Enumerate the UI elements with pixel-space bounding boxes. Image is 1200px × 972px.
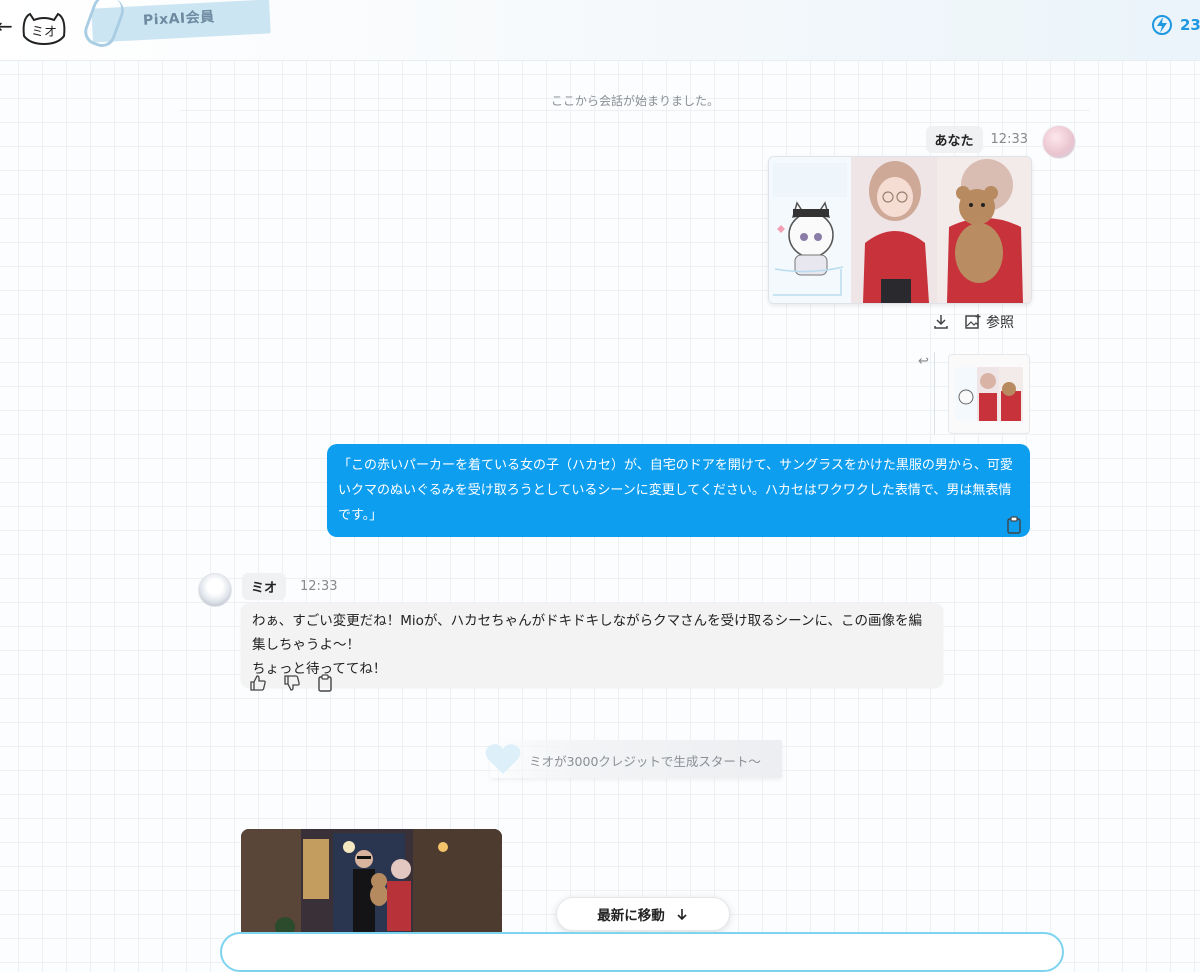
user-message-time: 12:33 <box>990 132 1028 147</box>
image-add-icon <box>965 314 981 329</box>
chibi-character-image <box>773 163 847 296</box>
image-panel-chibi <box>769 157 851 303</box>
generated-image[interactable] <box>241 829 502 944</box>
clipboard-icon <box>1007 516 1021 534</box>
reference-thumbnail-image <box>955 367 1023 421</box>
image-panel-girl <box>851 157 937 303</box>
reference-label: 参照 <box>986 315 1014 331</box>
bot-action-row <box>249 674 333 696</box>
credits-count: 23 <box>1180 16 1200 34</box>
bot-message-bubble: わぁ、すごい変更だね！Mioが、ハカセちゃんがドキドキしながらクマさんを受け取る… <box>241 603 943 687</box>
generation-status-text: ミオが3000クレジットで生成スタート〜 <box>529 754 761 769</box>
bot-message-line-2: ちょっと待っててね！ <box>252 661 387 677</box>
user-message-meta: あなた 12:33 <box>925 126 1028 153</box>
user-name-pill: あなた <box>925 126 983 153</box>
bot-message-line-1: わぁ、すごい変更だね！Mioが、ハカセちゃんがドキドキしながらクマさんを受け取る… <box>252 613 923 653</box>
user-avatar[interactable] <box>1042 125 1076 159</box>
copy-button[interactable] <box>1006 516 1022 538</box>
download-button[interactable] <box>932 313 950 331</box>
arrow-down-icon <box>677 909 687 921</box>
jump-to-latest-label: 最新に移動 <box>597 908 665 924</box>
jump-to-latest-button[interactable]: 最新に移動 <box>556 897 730 931</box>
clipboard-icon[interactable] <box>317 674 333 696</box>
svg-text:ミオ: ミオ <box>31 25 57 40</box>
thumbs-down-icon[interactable] <box>283 674 301 696</box>
membership-label[interactable]: PixAI会員 <box>143 6 216 30</box>
thumbs-up-icon[interactable] <box>249 674 267 696</box>
download-icon <box>934 315 948 329</box>
girl-red-hoodie-image <box>851 157 937 303</box>
lightning-icon <box>1152 15 1172 35</box>
system-message: ここから会話が始まりました。 <box>550 94 719 108</box>
header-bar: ← ミオ PixAI会員 23 <box>0 0 1200 61</box>
arrow-left-icon[interactable]: ← <box>0 14 13 38</box>
generated-scene-image <box>241 829 502 944</box>
bot-avatar[interactable] <box>198 573 232 607</box>
bot-message-time: 12:33 <box>300 579 338 594</box>
bot-name-pill: ミオ <box>242 573 287 600</box>
user-uploaded-image[interactable] <box>768 156 1032 304</box>
reference-button[interactable]: 参照 <box>964 312 1014 332</box>
reply-bar <box>934 352 935 434</box>
image-action-row: 参照 <box>932 312 1014 332</box>
credits-display[interactable]: 23 <box>1150 14 1200 36</box>
girl-with-teddy-image <box>937 157 1031 303</box>
message-input[interactable] <box>220 932 1064 972</box>
image-panel-teddy <box>937 157 1031 303</box>
bot-message-meta: ミオ 12:33 <box>242 573 337 600</box>
reference-thumbnail[interactable] <box>948 354 1030 434</box>
reply-icon: ↩ <box>918 354 929 369</box>
mio-logo: ミオ <box>22 12 66 46</box>
user-message-bubble: 「この赤いパーカーを着ている女の子（ハカセ）が、自宅のドアを開けて、サングラスを… <box>327 444 1030 537</box>
